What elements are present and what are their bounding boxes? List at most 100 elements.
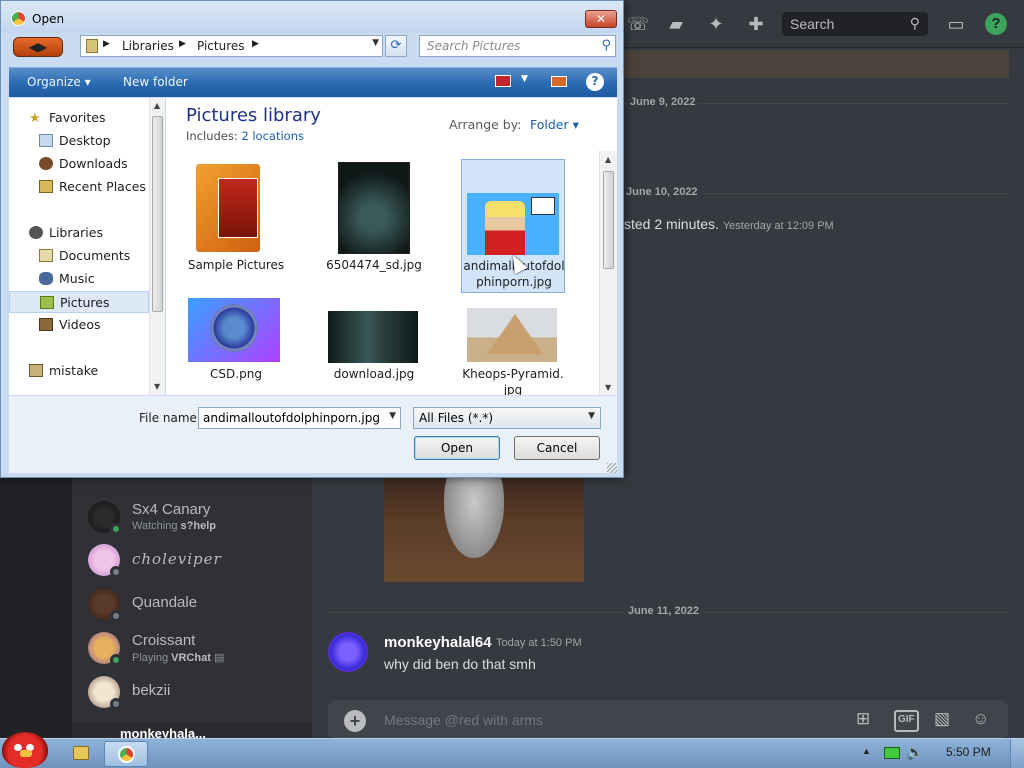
organize-button[interactable]: Organize ▾: [27, 75, 91, 89]
file-item[interactable]: Kheops-Pyramid.jpg: [461, 296, 565, 395]
nav-music[interactable]: Music: [9, 268, 149, 290]
nav-libraries[interactable]: Libraries: [9, 222, 149, 244]
new-folder-button[interactable]: New folder: [123, 75, 188, 89]
pin-icon[interactable]: ✦: [704, 12, 728, 36]
notice-bar: [624, 50, 1009, 78]
status-offline-icon: [110, 610, 122, 622]
message-author[interactable]: monkeyhalal64: [384, 634, 492, 651]
nav-label: Music: [59, 271, 95, 286]
scroll-down-icon[interactable]: ▼: [605, 383, 611, 392]
search-pictures-input[interactable]: Search Pictures ⚲: [419, 35, 616, 57]
add-friend-icon[interactable]: ✚: [744, 12, 768, 36]
nav-mistake[interactable]: mistake: [9, 360, 149, 382]
member-item[interactable]: Quandale: [86, 586, 306, 626]
scrollbar-thumb[interactable]: [152, 116, 163, 312]
address-bar[interactable]: ▶ Libraries ▶ Pictures ▶ ▼: [80, 35, 383, 57]
file-name: download.jpg: [333, 367, 415, 381]
battery-icon[interactable]: [884, 747, 900, 759]
back-forward-buttons[interactable]: ◀▶: [13, 37, 63, 57]
tray-expand-icon[interactable]: ▲: [862, 746, 871, 756]
start-button-angry-bird-icon[interactable]: [2, 732, 48, 768]
video-call-icon[interactable]: ▰: [664, 12, 688, 36]
date-label: June 9, 2022: [626, 96, 700, 108]
taskbar-explorer[interactable]: [66, 741, 96, 767]
file-item[interactable]: download.jpg: [322, 296, 426, 395]
file-item[interactable]: CSD.png: [184, 296, 288, 395]
member-item[interactable]: bekzii: [86, 674, 306, 714]
nav-favorites[interactable]: ★ Favorites: [9, 107, 149, 129]
file-item[interactable]: 6504474_sd.jpg: [322, 160, 426, 294]
nav-pictures[interactable]: Pictures: [9, 291, 149, 313]
message-composer[interactable]: + Message @red with arms ⊞ GIF ▧ ☺: [328, 700, 1008, 740]
nav-scrollbar[interactable]: ▲ ▼: [149, 98, 165, 395]
inbox-icon[interactable]: ▭: [944, 12, 968, 36]
change-view-icon[interactable]: [495, 75, 511, 87]
refresh-icon[interactable]: ⟳: [385, 35, 407, 57]
breadcrumb-pictures[interactable]: Pictures: [197, 39, 245, 53]
documents-icon: [39, 249, 53, 262]
file-scrollbar[interactable]: ▲ ▼: [599, 151, 617, 395]
open-button[interactable]: Open: [414, 436, 500, 460]
member-name: Sx4 Canary: [132, 501, 211, 518]
help-icon[interactable]: ?: [586, 73, 604, 91]
open-file-dialog: Open ✕ ◀▶ ▶ Libraries ▶ Pictures ▶ ▼ ⟳ S…: [0, 0, 624, 478]
status-offline-icon: [110, 698, 122, 710]
navigation-pane: ★ Favorites Desktop Downloads Recent Pla…: [9, 98, 165, 395]
tray-clock[interactable]: 5:50 PM: [946, 745, 991, 759]
composer-placeholder[interactable]: Message @red with arms: [384, 712, 543, 728]
taskbar-chrome[interactable]: [104, 741, 148, 767]
attach-plus-icon[interactable]: +: [344, 710, 366, 732]
discord-search-input[interactable]: Search ⚲: [782, 12, 928, 36]
show-desktop-button[interactable]: [1010, 739, 1024, 768]
emoji-icon[interactable]: ☺: [972, 709, 989, 731]
file-item-selected[interactable]: andimalloutofdolphinporn.jpg: [461, 159, 565, 293]
chevron-down-icon[interactable]: ▼: [372, 38, 379, 48]
nav-videos[interactable]: Videos: [9, 314, 149, 336]
preview-pane-icon[interactable]: [551, 76, 567, 87]
scrollbar-thumb[interactable]: [603, 171, 614, 269]
gif-icon[interactable]: GIF: [894, 710, 919, 732]
file-name-input[interactable]: andimalloutofdolphinporn.jpg ▼: [198, 407, 401, 429]
date-label: June 10, 2022: [622, 186, 702, 198]
message-text: why did ben do that smh: [384, 656, 536, 672]
file-item[interactable]: Sample Pictures: [184, 160, 288, 294]
arrange-by-dropdown[interactable]: Folder ▾: [530, 117, 579, 132]
close-button[interactable]: ✕: [585, 10, 617, 28]
activity-prefix: Playing: [132, 652, 172, 664]
locations-link[interactable]: 2 locations: [241, 129, 304, 143]
message-avatar[interactable]: [328, 632, 368, 672]
scroll-down-icon[interactable]: ▼: [154, 382, 160, 391]
nav-downloads[interactable]: Downloads: [9, 153, 149, 175]
chevron-down-icon[interactable]: ▼: [521, 74, 528, 84]
scroll-up-icon[interactable]: ▲: [154, 101, 160, 110]
dialog-titlebar[interactable]: [1, 1, 623, 33]
gift-icon[interactable]: ⊞: [856, 709, 870, 731]
badge-seal: [210, 304, 258, 352]
includes-label: Includes:: [186, 129, 238, 143]
chevron-down-icon[interactable]: ▼: [389, 411, 396, 421]
cancel-button[interactable]: Cancel: [514, 436, 600, 460]
chrome-icon: [11, 11, 26, 26]
nav-label: Libraries: [49, 225, 103, 240]
nav-desktop[interactable]: Desktop: [9, 130, 149, 152]
breadcrumb-libraries[interactable]: Libraries: [122, 39, 174, 53]
member-activity: Watching s?help: [132, 520, 216, 532]
volume-icon[interactable]: 🔈: [906, 744, 923, 761]
cat-image-attachment[interactable]: [384, 478, 584, 582]
help-icon[interactable]: ?: [985, 13, 1007, 35]
member-item[interactable]: choleviper: [86, 542, 306, 582]
sticker-icon[interactable]: ▧: [934, 709, 950, 731]
member-item[interactable]: Sx4 Canary Watching s?help: [86, 499, 306, 539]
nav-label: Desktop: [59, 133, 111, 148]
nav-recent-places[interactable]: Recent Places: [9, 176, 149, 198]
member-item[interactable]: Croissant Playing VRChat ▤: [86, 630, 306, 670]
file-type-select[interactable]: All Files (*.*) ▼: [413, 407, 601, 429]
nav-documents[interactable]: Documents: [9, 245, 149, 267]
voice-call-icon[interactable]: ☏: [626, 12, 650, 36]
pyramid-shape: [487, 314, 543, 354]
nav-label: Pictures: [60, 295, 110, 310]
scroll-up-icon[interactable]: ▲: [605, 155, 611, 164]
resize-grip[interactable]: [607, 463, 617, 473]
arrange-by-label: Arrange by:: [449, 117, 522, 132]
star-icon: ★: [29, 111, 41, 126]
